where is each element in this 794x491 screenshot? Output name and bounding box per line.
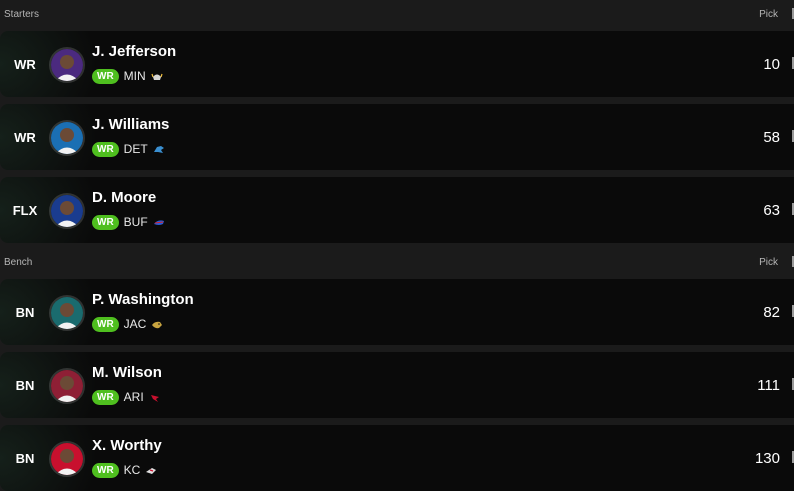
pick-number: 130	[754, 449, 780, 467]
player-name[interactable]: P. Washington	[92, 291, 194, 308]
roster-slot: FLX	[12, 202, 38, 218]
player-row[interactable]: BN X. Worthy WR KC 130	[0, 425, 794, 491]
roster-slot: WR	[14, 129, 36, 145]
pick-number: 58	[763, 128, 780, 146]
pick-number: 82	[763, 303, 780, 321]
player-meta: WR MIN	[92, 68, 163, 84]
section-label: Bench	[4, 257, 33, 268]
player-row[interactable]: WR J. Williams WR DET 58	[0, 104, 794, 170]
cardinals-icon	[149, 391, 161, 403]
avatar[interactable]	[49, 441, 85, 477]
player-meta: WR BUF	[92, 214, 165, 230]
team-abbr: KC	[123, 463, 141, 477]
roster-slot: WR	[14, 56, 36, 72]
team-abbr: BUF	[123, 215, 148, 229]
position-badge: WR	[92, 316, 119, 332]
section-header-bench: Bench Pick	[0, 248, 794, 274]
player-meta: WR KC	[92, 462, 157, 478]
team-abbr: MIN	[123, 69, 146, 83]
section-header-starters: Starters Pick	[0, 0, 794, 26]
pick-column-header[interactable]: Pick	[759, 9, 778, 20]
player-row[interactable]: BN P. Washington WR JAC 82	[0, 279, 794, 345]
roster-slot: BN	[15, 304, 35, 320]
vikings-icon	[151, 70, 163, 82]
jaguars-icon	[151, 318, 163, 330]
avatar[interactable]	[49, 120, 85, 156]
avatar[interactable]	[49, 193, 85, 229]
position-badge: WR	[92, 68, 119, 84]
player-meta: WR ARI	[92, 389, 161, 405]
player-meta: WR DET	[92, 141, 165, 157]
player-name[interactable]: J. Jefferson	[92, 43, 176, 60]
player-row[interactable]: WR J. Jefferson WR MIN 10	[0, 31, 794, 97]
chiefs-icon	[145, 464, 157, 476]
pick-number: 111	[757, 376, 780, 394]
player-name[interactable]: D. Moore	[92, 189, 156, 206]
roster-slot: BN	[15, 377, 35, 393]
team-abbr: JAC	[123, 317, 147, 331]
team-abbr: ARI	[123, 390, 144, 404]
position-badge: WR	[92, 389, 119, 405]
team-abbr: DET	[123, 142, 148, 156]
avatar[interactable]	[49, 295, 85, 331]
player-row[interactable]: FLX D. Moore WR BUF 63	[0, 177, 794, 243]
pick-number: 63	[763, 201, 780, 219]
player-name[interactable]: X. Worthy	[92, 437, 162, 454]
player-name[interactable]: M. Wilson	[92, 364, 162, 381]
lions-icon	[153, 143, 165, 155]
player-meta: WR JAC	[92, 316, 163, 332]
position-badge: WR	[92, 214, 119, 230]
roster-slot: BN	[15, 450, 35, 466]
position-badge: WR	[92, 462, 119, 478]
pick-number: 10	[763, 55, 780, 73]
pick-column-header[interactable]: Pick	[759, 257, 778, 268]
player-name[interactable]: J. Williams	[92, 116, 169, 133]
player-row[interactable]: BN M. Wilson WR ARI 111	[0, 352, 794, 418]
position-badge: WR	[92, 141, 119, 157]
avatar[interactable]	[49, 47, 85, 83]
section-label: Starters	[4, 9, 40, 20]
avatar[interactable]	[49, 368, 85, 404]
bills-icon	[153, 216, 165, 228]
